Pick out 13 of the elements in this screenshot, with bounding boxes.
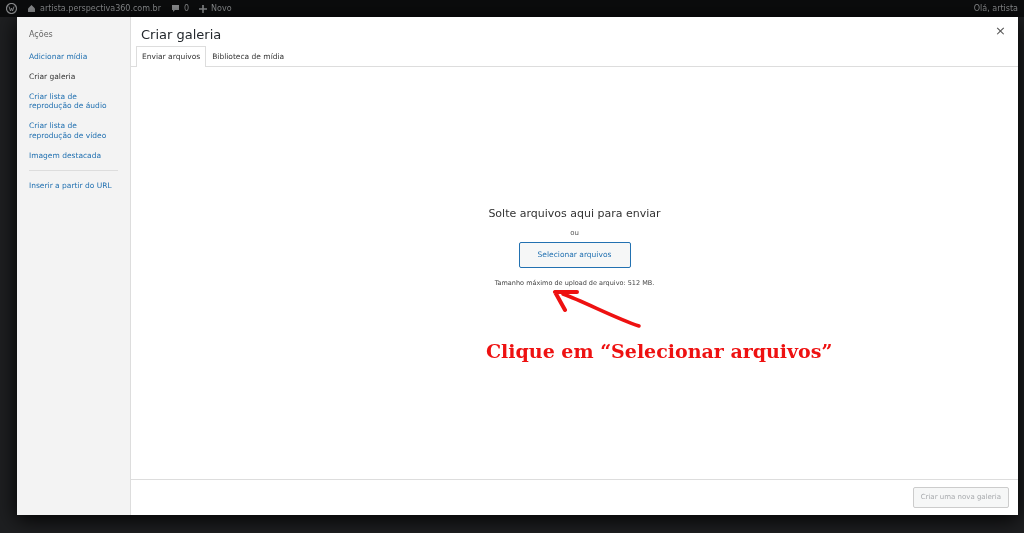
new-link[interactable]: Novo	[211, 2, 232, 15]
site-link[interactable]: artista.perspectiva360.com.br	[40, 2, 161, 15]
greeting-text[interactable]: Olá, artista	[973, 2, 1018, 15]
drop-instructions: Solte arquivos aqui para enviar	[488, 206, 661, 222]
home-icon[interactable]	[27, 4, 36, 13]
comment-count: 0	[183, 2, 190, 15]
close-button[interactable]: ×	[993, 24, 1008, 37]
plus-icon[interactable]	[199, 4, 208, 13]
comment-icon[interactable]	[170, 4, 180, 13]
wordpress-logo-icon[interactable]	[6, 3, 17, 14]
annotation-text: Clique em “Selecionar arquivos”	[486, 339, 833, 364]
modal-title: Criar galeria	[141, 26, 222, 44]
sidebar-heading: Ações	[29, 29, 54, 41]
